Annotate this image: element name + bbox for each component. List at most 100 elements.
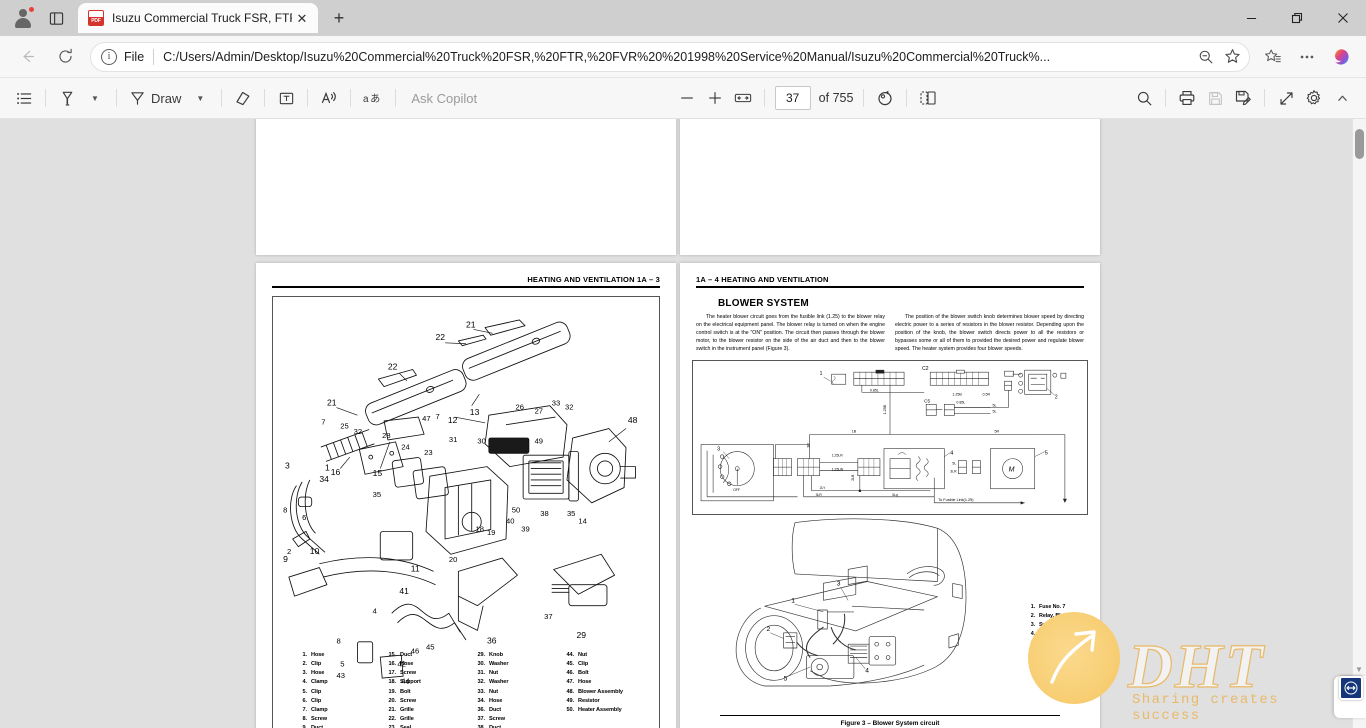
part-number: 47. — [566, 679, 575, 686]
svg-text:4: 4 — [373, 606, 378, 615]
header-rule — [272, 286, 660, 288]
tab-actions-button[interactable] — [40, 3, 72, 33]
part-name: Nut — [578, 652, 588, 659]
svg-text:32: 32 — [565, 402, 573, 411]
collections-button[interactable] — [1258, 42, 1288, 72]
part-item: 20. Screw — [380, 697, 463, 706]
part-item: 19. Bolt — [380, 688, 463, 697]
scrollbar-thumb[interactable] — [1355, 129, 1364, 159]
left-page-header: HEATING AND VENTILATION 1A – 3 — [256, 275, 676, 284]
highlight-button[interactable] — [53, 84, 81, 112]
browser-tab-active[interactable]: PDF Isuzu Commercial Truck FSR, FTR, ✕ — [78, 3, 318, 33]
pdf-settings-button[interactable] — [1300, 84, 1328, 112]
page-layout-button[interactable] — [914, 84, 942, 112]
save-disk-icon — [1208, 91, 1222, 105]
zoom-out-address-button[interactable] — [1193, 44, 1219, 70]
translate-button[interactable]: a あ — [358, 84, 388, 112]
info-icon[interactable]: i — [101, 48, 117, 65]
tab-close-icon[interactable]: ✕ — [292, 8, 312, 28]
svg-text:a: a — [363, 94, 369, 105]
expand-diagonal-icon — [1279, 91, 1293, 105]
part-name: Screw — [489, 715, 505, 722]
part-name: Support — [400, 679, 421, 686]
pdf-page-left[interactable]: HEATING AND VENTILATION 1A – 3 21 22 22 … — [256, 263, 676, 728]
address-bar[interactable]: i File C:/Users/Admin/Desktop/Isuzu%20Co… — [90, 41, 1250, 72]
highlight-options-button[interactable]: ▼ — [81, 84, 109, 112]
erase-button[interactable] — [229, 84, 257, 112]
save-button[interactable] — [1201, 84, 1229, 112]
part-name: Duct — [311, 724, 324, 728]
pdf-viewer-canvas[interactable]: HEATING AND VENTILATION 1A – 3 21 22 22 … — [0, 119, 1366, 728]
part-number: 29. — [477, 652, 486, 659]
save-as-button[interactable] — [1229, 84, 1257, 112]
paragraph-right: The position of the blower switch knob d… — [895, 314, 1084, 352]
rotate-button[interactable] — [871, 84, 899, 112]
part-number: 45. — [566, 661, 575, 668]
star-icon — [1224, 49, 1240, 63]
part-name: Screw — [400, 670, 416, 677]
list-icon — [16, 92, 31, 104]
pdf-page-right[interactable]: 1A – 4 HEATING AND VENTILATION BLOWER SY… — [680, 263, 1100, 728]
add-text-button[interactable] — [272, 84, 300, 112]
page-number-input[interactable]: 37 — [774, 86, 811, 110]
copilot-button[interactable] — [1326, 42, 1356, 72]
window-minimize-button[interactable] — [1228, 0, 1274, 36]
window-restore-button[interactable] — [1274, 0, 1320, 36]
part-item: 6. Clip — [291, 697, 374, 706]
add-favorite-button[interactable] — [1219, 44, 1245, 70]
part-name: Grille — [400, 715, 414, 722]
toolbar-divider — [116, 89, 117, 107]
legend-name: Fuse No. 7 — [1039, 603, 1066, 610]
back-button[interactable] — [12, 42, 42, 72]
part-name: Clip — [311, 688, 322, 695]
svg-text:2: 2 — [1055, 394, 1058, 400]
part-number: 31. — [477, 670, 486, 677]
svg-text:1B: 1B — [852, 429, 857, 433]
tab-title: Isuzu Commercial Truck FSR, FTR, — [112, 11, 292, 25]
svg-text:14: 14 — [578, 517, 587, 526]
eraser-icon — [236, 91, 250, 106]
browser-title-bar: PDF Isuzu Commercial Truck FSR, FTR, ✕ + — [0, 0, 1366, 36]
svg-text:5R: 5R — [995, 429, 1000, 433]
settings-and-more-button[interactable] — [1292, 42, 1322, 72]
collapse-toolbar-button[interactable] — [1328, 84, 1356, 112]
part-number: 32. — [477, 679, 486, 686]
scrollbar-down-arrow[interactable]: ▼ — [1355, 666, 1363, 674]
svg-text:48: 48 — [628, 415, 638, 425]
legend-name: Relay, Blower — [1039, 612, 1073, 619]
zoom-out-button[interactable] — [673, 84, 701, 112]
svg-text:37: 37 — [544, 612, 552, 621]
window-close-button[interactable] — [1320, 0, 1366, 36]
pdf-annotate-toggle-button[interactable] — [1339, 676, 1363, 700]
find-button[interactable] — [1130, 84, 1158, 112]
fit-to-width-button[interactable] — [729, 84, 757, 112]
floating-tool-panel[interactable] — [1334, 676, 1366, 718]
refresh-button[interactable] — [50, 42, 80, 72]
draw-button[interactable]: Draw — [124, 84, 186, 112]
fullscreen-button[interactable] — [1272, 84, 1300, 112]
part-number: 48. — [566, 688, 575, 695]
part-name: Clamp — [311, 679, 328, 686]
legend-item: 1. Fuse No. 7 — [1026, 603, 1076, 612]
url-text[interactable]: C:/Users/Admin/Desktop/Isuzu%20Commercia… — [163, 50, 1193, 64]
svg-text:1.25B: 1.25B — [883, 404, 887, 414]
zoom-in-button[interactable] — [701, 84, 729, 112]
part-name: Duct — [489, 706, 502, 713]
vertical-scrollbar[interactable]: ▼ — [1352, 119, 1366, 728]
print-button[interactable] — [1173, 84, 1201, 112]
table-of-contents-button[interactable] — [10, 84, 38, 112]
chevron-down-icon: ▼ — [91, 93, 99, 103]
copilot-icon — [1335, 48, 1349, 65]
part-number: 20. — [388, 697, 397, 704]
draw-options-button[interactable]: ▼ — [186, 84, 214, 112]
profile-avatar[interactable] — [6, 3, 40, 33]
read-aloud-button[interactable] — [315, 84, 343, 112]
restore-icon — [1291, 12, 1303, 24]
ask-copilot-button[interactable]: Ask Copilot — [403, 91, 485, 106]
close-icon — [1338, 13, 1348, 23]
toolbar-divider — [863, 89, 865, 107]
legend-item: 4. Resistor — [1026, 630, 1076, 639]
toolbar-divider — [45, 89, 46, 107]
new-tab-button[interactable]: + — [324, 4, 354, 32]
part-item: 44. Nut — [558, 651, 641, 660]
